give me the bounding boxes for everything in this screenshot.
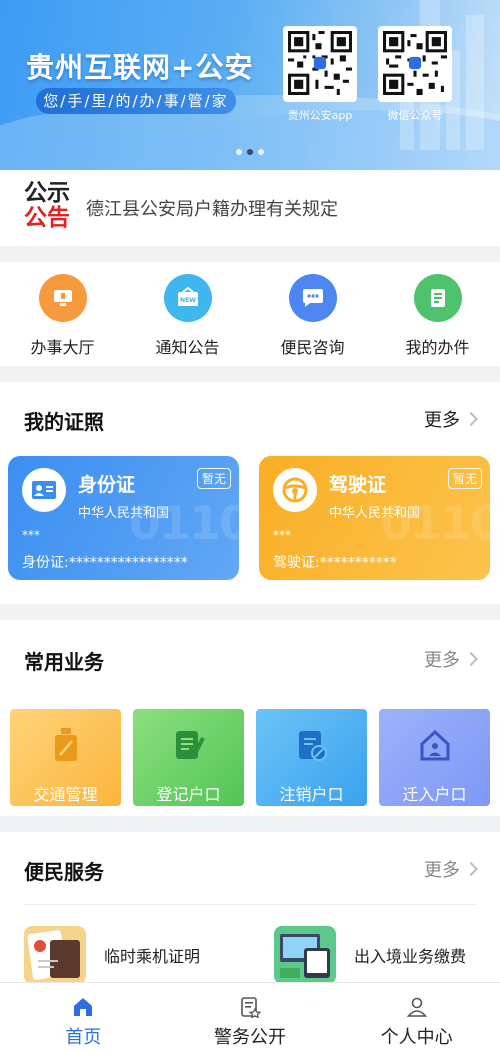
notice-logo-line1: 公示 [24, 180, 70, 206]
register-icon [169, 725, 209, 765]
banner-title: 贵州互联网+公安 [26, 51, 254, 84]
new-board-icon: NEW [163, 274, 212, 322]
more-button[interactable]: 更多 [424, 646, 479, 672]
more-button[interactable]: 更多 [424, 406, 479, 432]
tab-label: 个人中心 [380, 1027, 453, 1048]
service-register[interactable]: 登记户口 [133, 709, 244, 806]
more-button[interactable]: 更多 [424, 856, 479, 882]
flight-certificate-icon [24, 926, 86, 984]
carousel-dot[interactable] [258, 149, 264, 155]
notice-logo-line2: 公告 [24, 205, 70, 231]
quick-action-my-cases[interactable]: 我的办件 [375, 262, 500, 366]
carousel-indicator[interactable] [236, 149, 264, 155]
section-title: 我的证照 [24, 410, 104, 434]
convenience-section: 便民服务 更多 临时乘机证明 出入境业务缴费 [0, 832, 500, 984]
quick-action-hall[interactable]: 办事大厅 [0, 262, 125, 366]
convenience-item[interactable]: 出入境业务缴费 [274, 926, 466, 984]
driving-license-card[interactable]: 0110 驾驶证 中华人民共和国 暂无 *** 驾驶证:*********** [259, 456, 490, 580]
quick-actions: 办事大厅 NEW 通知公告 便民咨询 我的办件 [0, 262, 500, 366]
tab-personal-center[interactable]: 个人中心 [333, 983, 500, 1052]
chevron-right-icon [463, 411, 479, 427]
chevron-right-icon [463, 651, 479, 667]
monitor-icon [38, 274, 87, 322]
notice-bar[interactable]: 公示 公告 德江县公安局户籍办理有关规定 [0, 170, 500, 246]
qr-code-wechat [378, 26, 452, 102]
document-icon [413, 274, 462, 322]
more-label: 更多 [424, 410, 460, 431]
tab-home[interactable]: 首页 [0, 983, 167, 1052]
carousel-dot[interactable] [236, 149, 242, 155]
bottom-tab-bar: 首页 警务公开 个人中心 [0, 982, 500, 1052]
id-card-icon [22, 468, 66, 512]
traffic-icon [46, 725, 86, 765]
service-label: 登记户口 [156, 785, 221, 804]
tab-label: 首页 [65, 1027, 102, 1048]
quick-action-label: 办事大厅 [30, 338, 95, 357]
my-licenses-section: 我的证照 更多 0110 身份证 中华人民共和国 暂无 *** 身份证:****… [0, 382, 500, 604]
service-label: 交通管理 [33, 785, 98, 804]
service-label: 迁入户口 [402, 785, 467, 804]
card-subtitle: 中华人民共和国 [78, 506, 170, 521]
section-title: 常用业务 [24, 650, 104, 674]
status-badge: 暂无 [447, 468, 482, 489]
divider [24, 904, 476, 905]
notice-text[interactable]: 德江县公安局户籍办理有关规定 [86, 195, 338, 221]
card-subtitle: 中华人民共和国 [329, 506, 421, 521]
home-icon [71, 995, 95, 1019]
service-label: 注销户口 [279, 785, 344, 804]
quick-action-notice[interactable]: NEW 通知公告 [125, 262, 250, 366]
qr-label-wechat: 微信公众号 [387, 109, 443, 122]
convenience-label: 出入境业务缴费 [354, 947, 467, 966]
service-move-in[interactable]: 迁入户口 [379, 709, 490, 806]
status-badge: 暂无 [196, 468, 231, 489]
qr-code-icon [383, 31, 447, 95]
more-label: 更多 [424, 650, 460, 671]
banner-decoration [466, 15, 484, 150]
top-banner[interactable]: 贵州互联网+公安 您/手/里/的/办/事/管/家 贵州公安app 微信公众号 [0, 0, 500, 170]
common-business-section: 常用业务 更多 交通管理 登记户口 注销户口 迁入户口 [0, 620, 500, 816]
card-name: 驾驶证 [329, 474, 387, 496]
banner-slogan: 您/手/里/的/办/事/管/家 [36, 88, 236, 114]
payment-icon [274, 926, 336, 984]
police-affairs-icon [238, 995, 262, 1019]
section-title: 便民服务 [24, 860, 104, 884]
card-number: 驾驶证:*********** [273, 555, 397, 571]
more-label: 更多 [424, 860, 460, 881]
chevron-right-icon [463, 861, 479, 877]
notice-logo: 公示 公告 [24, 181, 78, 235]
quick-action-label: 通知公告 [155, 338, 220, 357]
quick-action-label: 便民咨询 [280, 338, 345, 357]
tab-label: 警务公开 [214, 1027, 286, 1048]
qr-label-app: 贵州公安app [287, 109, 353, 122]
steering-wheel-icon [273, 468, 317, 512]
service-traffic[interactable]: 交通管理 [10, 709, 121, 806]
service-cancel-registration[interactable]: 注销户口 [256, 709, 367, 806]
carousel-dot-active[interactable] [247, 149, 253, 155]
card-masked: *** [273, 528, 291, 542]
move-in-icon [415, 725, 455, 765]
chat-icon [288, 274, 337, 322]
svg-text:NEW: NEW [180, 297, 196, 304]
qr-code-app [283, 26, 357, 102]
convenience-item[interactable]: 临时乘机证明 [24, 926, 200, 984]
card-number: 身份证:***************** [22, 555, 188, 571]
card-name: 身份证 [78, 474, 136, 496]
cancel-registration-icon [292, 725, 332, 765]
user-icon [405, 995, 429, 1019]
qr-code-icon [288, 31, 352, 95]
tab-police-affairs[interactable]: 警务公开 [167, 983, 334, 1052]
quick-action-consult[interactable]: 便民咨询 [250, 262, 375, 366]
card-masked: *** [22, 528, 40, 542]
id-card[interactable]: 0110 身份证 中华人民共和国 暂无 *** 身份证:************… [8, 456, 239, 580]
convenience-label: 临时乘机证明 [104, 947, 201, 966]
quick-action-label: 我的办件 [405, 338, 470, 357]
